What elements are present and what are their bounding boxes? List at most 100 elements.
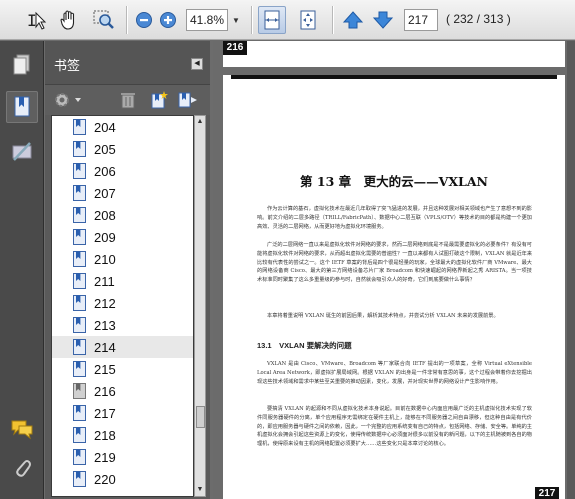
- bookmark-icon: [73, 163, 86, 179]
- bookmark-icon: [73, 427, 86, 443]
- bookmark-item[interactable]: 211: [52, 270, 193, 292]
- zoom-out-icon[interactable]: [134, 6, 154, 34]
- bookmark-item[interactable]: 207: [52, 182, 193, 204]
- bookmark-label: 216: [94, 384, 116, 399]
- bookmark-icon: [73, 207, 86, 223]
- bookmark-item[interactable]: 217: [52, 402, 193, 424]
- bookmark-item[interactable]: 209: [52, 226, 193, 248]
- previous-page-icon[interactable]: [341, 6, 365, 34]
- page-number-input[interactable]: 217: [404, 9, 438, 31]
- intro-paragraph: 作为云计算的基石，虚拟化技术在最近几年取得了突飞猛进的发展，并且这种发展对相关领…: [257, 206, 532, 230]
- document-page: 第 13 章 更大的云——VXLAN 作为云计算的基石，虚拟化技术在最近几年取得…: [223, 75, 565, 499]
- bookmark-item[interactable]: 220: [52, 468, 193, 490]
- bookmark-icon: [73, 251, 86, 267]
- bookmark-item[interactable]: 212: [52, 292, 193, 314]
- bookmark-list: 204 205 206 207 208 209 210 211 212 213 214 215 216 2…: [51, 115, 194, 497]
- bookmark-item[interactable]: 219: [52, 446, 193, 468]
- bookmark-icon: [73, 361, 86, 377]
- delete-icon[interactable]: [119, 90, 137, 110]
- document-viewport[interactable]: 216 第 13 章 更大的云——VXLAN 作为云计算的基石，虚拟化技术在最近…: [213, 41, 575, 499]
- bookmark-label: 206: [94, 164, 116, 179]
- bookmark-icon: [73, 273, 86, 289]
- options-gear-icon[interactable]: [53, 90, 83, 110]
- bookmark-item[interactable]: 213: [52, 314, 193, 336]
- bookmarks-panel: 书签 ◀ 204 205 206 207 208 209 210 211 212 213 214 21…: [45, 41, 210, 499]
- intro-paragraph: 广泛的二层网络一直以来是虚拟化软件对网络的要求，然而二层网络到底是不是最需要虚拟…: [257, 242, 533, 284]
- document-scrollbar[interactable]: [567, 41, 575, 499]
- bookmark-icon: [73, 405, 86, 421]
- chevron-down-icon[interactable]: ▼: [229, 9, 243, 31]
- bookmark-label: 215: [94, 362, 116, 377]
- scroll-down-icon[interactable]: ▼: [195, 484, 205, 496]
- bookmark-label: 207: [94, 186, 116, 201]
- text-select-icon[interactable]: I: [24, 6, 50, 34]
- bookmark-label: 218: [94, 428, 116, 443]
- signatures-icon[interactable]: [6, 136, 38, 168]
- zoom-marquee-icon[interactable]: [90, 6, 118, 34]
- bookmark-icon: [73, 229, 86, 245]
- bookmark-icon: [73, 471, 86, 487]
- toolbar-separator: [332, 6, 333, 34]
- bookmark-item[interactable]: 204: [52, 116, 193, 138]
- bookmark-label: 211: [94, 274, 115, 289]
- panel-header: 书签 ◀: [45, 41, 210, 85]
- bookmark-label: 210: [94, 252, 116, 267]
- bookmark-item[interactable]: 208: [52, 204, 193, 226]
- bookmark-item[interactable]: 210: [52, 248, 193, 270]
- zoom-level-input[interactable]: 41.8%: [186, 9, 228, 31]
- bookmark-label: 220: [94, 472, 116, 487]
- bookmark-icon: [73, 339, 86, 355]
- bookmark-icon: [73, 449, 86, 465]
- next-page-icon[interactable]: [371, 6, 395, 34]
- bookmark-item[interactable]: 205: [52, 138, 193, 160]
- bookmark-label: 219: [94, 450, 116, 465]
- pages-icon[interactable]: [6, 49, 38, 81]
- bookmark-item[interactable]: 215: [52, 358, 193, 380]
- page-number-label: 216: [223, 41, 247, 55]
- bookmark-icon: [73, 317, 86, 333]
- section-paragraph: 要搞清 VXLAN 的起源和不同从虚拟化技术本身说起。目前在数据中心内面应用最广…: [257, 406, 532, 448]
- svg-text:I: I: [27, 11, 37, 30]
- zoom-in-icon[interactable]: [158, 6, 178, 34]
- navigation-rail: [0, 41, 44, 499]
- toolbar-separator: [126, 6, 127, 34]
- bookmark-icon: [73, 119, 86, 135]
- section-paragraph: VXLAN 是由 Cisco、VMware、Broadcom 等厂家联合向 IE…: [257, 361, 532, 385]
- fit-width-icon[interactable]: [258, 6, 286, 34]
- bookmark-label: 208: [94, 208, 116, 223]
- previous-page-bottom: 216: [223, 41, 565, 67]
- bookmark-label: 205: [94, 142, 116, 157]
- comments-icon[interactable]: [6, 413, 38, 445]
- page-count: ( 232 / 313 ): [446, 12, 511, 26]
- fit-page-icon[interactable]: [294, 6, 322, 34]
- bookmarks-icon[interactable]: [6, 91, 38, 123]
- section-title: 13.1 VXLAN 要解决的问题: [257, 341, 352, 350]
- bookmark-item[interactable]: 216: [52, 380, 193, 402]
- bookmark-icon: [73, 185, 86, 201]
- bookmark-label: 212: [94, 296, 116, 311]
- bookmark-icon: [73, 141, 86, 157]
- panel-toolbar: [45, 85, 210, 115]
- intro-paragraph: 本章将着重说明 VXLAN 诞生的前因后果，解析其技术特点，并尝试分析 VXLA…: [267, 313, 499, 319]
- bookmark-label: 217: [94, 406, 116, 421]
- attachments-icon[interactable]: [6, 453, 38, 485]
- bookmark-label: 214: [94, 340, 116, 355]
- new-bookmark-icon[interactable]: [149, 90, 169, 110]
- bookmark-icon: [73, 383, 86, 399]
- chapter-title: 第 13 章 更大的云——VXLAN: [300, 174, 488, 189]
- bookmark-item[interactable]: 214: [52, 336, 193, 358]
- bookmark-item[interactable]: 206: [52, 160, 193, 182]
- scrollbar-thumb[interactable]: [196, 406, 205, 428]
- bookmark-label: 204: [94, 120, 116, 135]
- collapse-panel-icon[interactable]: ◀: [191, 58, 203, 70]
- expand-bookmark-icon[interactable]: [177, 90, 199, 110]
- scroll-up-icon[interactable]: ▲: [195, 116, 205, 128]
- bookmark-label: 209: [94, 230, 116, 245]
- page-number-label: 217: [535, 487, 559, 499]
- bookmark-item[interactable]: 218: [52, 424, 193, 446]
- bookmark-scrollbar[interactable]: ▲ ▼: [194, 115, 206, 497]
- toolbar-separator: [251, 6, 252, 34]
- page-top-rule: [231, 75, 557, 79]
- hand-icon[interactable]: [56, 6, 82, 34]
- bookmark-icon: [73, 295, 86, 311]
